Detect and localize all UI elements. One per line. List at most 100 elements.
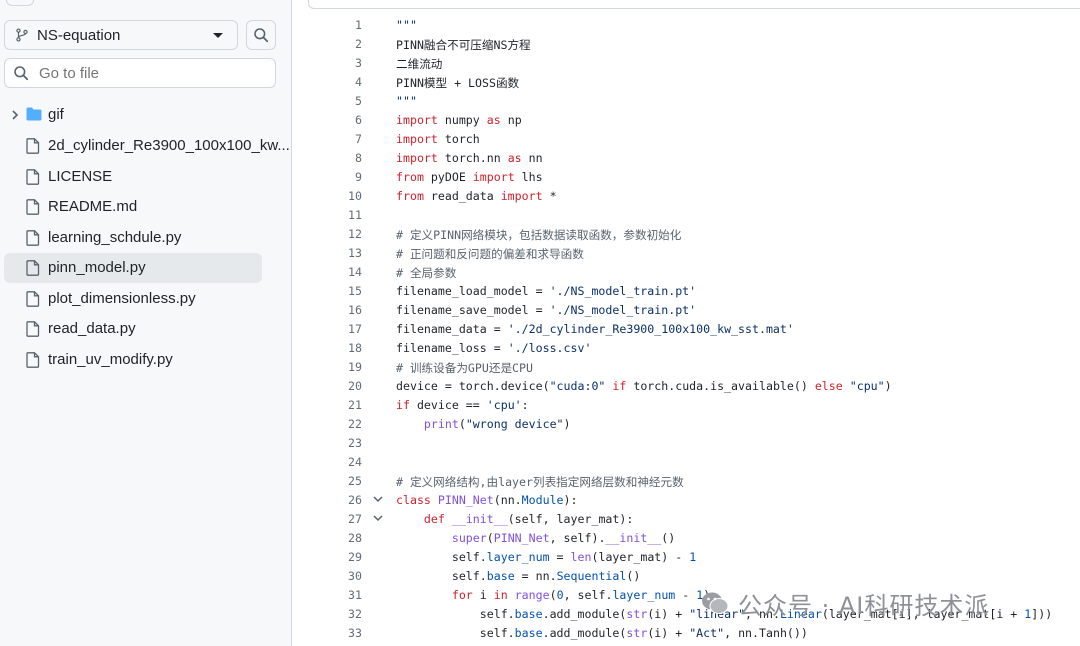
line-number[interactable]: 29: [308, 550, 362, 564]
line-number[interactable]: 6: [308, 113, 362, 127]
tree-item-label: train_uv_modify.py: [48, 351, 173, 368]
code-text: for i in range(0, self.layer_num - 1):: [451, 588, 717, 602]
fold-chevron-icon[interactable]: [372, 512, 384, 524]
line-number[interactable]: 8: [308, 151, 362, 165]
collapse-sidebar-button[interactable]: [6, 0, 34, 6]
git-branch-icon: [16, 28, 28, 42]
go-to-file-field[interactable]: [4, 58, 276, 88]
search-button[interactable]: [246, 20, 276, 50]
line-number[interactable]: 13: [308, 246, 362, 260]
line-number[interactable]: 23: [308, 436, 362, 450]
code-text: filename_data = './2d_cylinder_Re3900_10…: [396, 322, 794, 336]
line-number[interactable]: 10: [308, 189, 362, 203]
watermark: 公众号 · AI科研技术派: [700, 586, 989, 620]
code-line: 9 from pyDOE import lhs: [308, 168, 1080, 187]
line-number[interactable]: 22: [308, 417, 362, 431]
code-text: filename_load_model = './NS_model_train.…: [396, 284, 697, 298]
line-number[interactable]: 19: [308, 360, 362, 374]
line-number[interactable]: 7: [308, 132, 362, 146]
code-line: 11: [308, 206, 1080, 225]
code-line: 30 self.base = nn.Sequential(): [308, 567, 1080, 586]
line-number[interactable]: 16: [308, 303, 362, 317]
code-line: 3 二维流动: [308, 54, 1080, 73]
line-number[interactable]: 2: [308, 37, 362, 51]
code-line: 33 self.base.add_module(str(i) + "Act", …: [308, 624, 1080, 643]
tree-item-gif[interactable]: gif: [4, 100, 262, 130]
code-line: 19 # 训练设备为GPU还是CPU: [308, 358, 1080, 377]
line-number[interactable]: 14: [308, 265, 362, 279]
tree-item-plot-dimensionless[interactable]: plot_dimensionless.py: [4, 284, 262, 314]
code-text: filename_loss = './loss.csv': [396, 341, 592, 355]
tree-item-mat-file[interactable]: 2d_cylinder_Re3900_100x100_kw...: [4, 131, 290, 161]
tree-item-train-uv-modify[interactable]: train_uv_modify.py: [4, 345, 262, 375]
folder-icon: [26, 107, 42, 121]
line-number[interactable]: 20: [308, 379, 362, 393]
chevron-right-icon[interactable]: [10, 109, 20, 121]
code-text: print("wrong device"): [423, 417, 571, 431]
tree-item-read-data[interactable]: read_data.py: [4, 314, 262, 344]
code-text: PINN融合不可压缩NS方程: [396, 38, 531, 52]
file-icon: [26, 230, 40, 246]
line-number[interactable]: 1: [308, 18, 362, 32]
tree-item-label: pinn_model.py: [48, 259, 146, 276]
line-number[interactable]: 33: [308, 626, 362, 640]
code-text: super(PINN_Net, self).__init__(): [451, 531, 676, 545]
line-number[interactable]: 26: [308, 493, 362, 507]
chevron-down-icon: [213, 32, 223, 38]
code-text: from read_data import *: [396, 189, 557, 203]
wechat-icon: [702, 592, 729, 614]
code-line: 27 def __init__(self, layer_mat):: [308, 510, 1080, 529]
code-view[interactable]: 1 """ 2 PINN融合不可压缩NS方程 3 二维流动 4 PINN模型 + LOSS函数…: [308, 8, 1080, 646]
tree-item-label: README.md: [48, 198, 138, 215]
code-text: import torch: [396, 132, 480, 146]
tree-item-learning-schdule[interactable]: learning_schdule.py: [4, 223, 262, 253]
file-icon: [26, 260, 40, 276]
line-number[interactable]: 17: [308, 322, 362, 336]
tree-item-readme[interactable]: README.md: [4, 192, 262, 222]
code-line: 1 """: [308, 16, 1080, 35]
line-number[interactable]: 5: [308, 94, 362, 108]
code-line: 29 self.layer_num = len(layer_mat) - 1: [308, 548, 1080, 567]
line-number[interactable]: 9: [308, 170, 362, 184]
line-number[interactable]: 30: [308, 569, 362, 583]
tree-item-label: read_data.py: [48, 320, 136, 337]
file-icon: [26, 291, 40, 307]
line-number[interactable]: 31: [308, 588, 362, 602]
line-number[interactable]: 24: [308, 455, 362, 469]
line-number[interactable]: 4: [308, 75, 362, 89]
line-number[interactable]: 32: [308, 607, 362, 621]
line-number[interactable]: 27: [308, 512, 362, 526]
line-number[interactable]: 11: [308, 208, 362, 222]
code-line: 22 print("wrong device"): [308, 415, 1080, 434]
line-number[interactable]: 18: [308, 341, 362, 355]
code-text: import numpy as np: [396, 113, 522, 127]
code-text: def __init__(self, layer_mat):: [423, 512, 634, 526]
line-number[interactable]: 3: [308, 56, 362, 70]
code-text: # 全局参数: [396, 266, 457, 280]
code-line: 18 filename_loss = './loss.csv': [308, 339, 1080, 358]
code-text: # 正问题和反问题的偏差和求导函数: [396, 247, 584, 261]
fold-chevron-icon[interactable]: [372, 493, 384, 505]
code-line: 24: [308, 453, 1080, 472]
tree-item-pinn-model[interactable]: pinn_model.py: [4, 253, 262, 283]
line-number[interactable]: 12: [308, 227, 362, 241]
search-icon: [14, 66, 29, 81]
code-text: from pyDOE import lhs: [396, 170, 543, 184]
tree-item-license[interactable]: LICENSE: [4, 162, 262, 192]
line-number[interactable]: 28: [308, 531, 362, 545]
file-icon: [26, 352, 40, 368]
line-number[interactable]: 25: [308, 474, 362, 488]
code-line: 23: [308, 434, 1080, 453]
line-number[interactable]: 21: [308, 398, 362, 412]
code-text: # 定义网络结构,由layer列表指定网络层数和神经元数: [396, 475, 684, 489]
file-icon: [26, 169, 40, 185]
code-text: import torch.nn as nn: [396, 151, 543, 165]
code-text: """: [396, 18, 417, 32]
watermark-text: 公众号 · AI科研技术派: [738, 591, 990, 620]
branch-selector[interactable]: NS-equation: [4, 20, 238, 50]
tree-item-label: LICENSE: [48, 168, 113, 185]
go-to-file-input[interactable]: [37, 63, 261, 83]
code-text: 二维流动: [396, 57, 443, 71]
line-number[interactable]: 15: [308, 284, 362, 298]
code-line: 21 if device == 'cpu':: [308, 396, 1080, 415]
